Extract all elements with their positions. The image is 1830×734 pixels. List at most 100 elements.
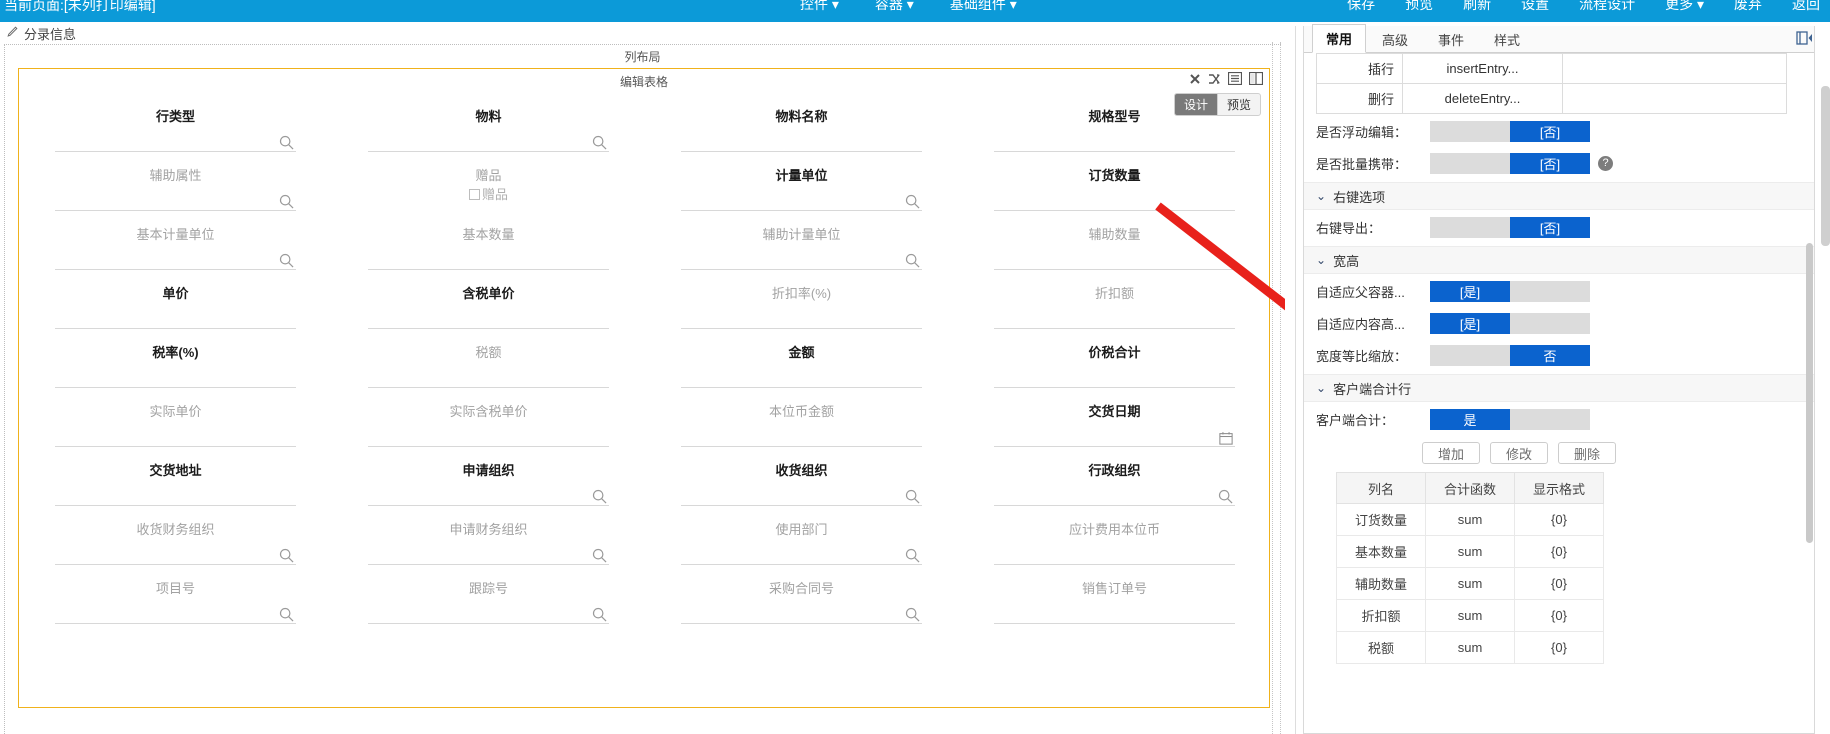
back-button[interactable]: 返回 [1792,0,1820,14]
field-input[interactable] [681,543,922,565]
search-icon[interactable] [279,194,294,209]
field-input[interactable] [681,130,922,152]
tab-advanced[interactable]: 高级 [1368,25,1422,53]
form-field[interactable]: 赠品 赠品 [340,162,637,221]
form-field[interactable]: 订货数量 [966,162,1263,221]
field-input[interactable] [681,425,922,447]
list-icon[interactable] [1228,72,1242,85]
toggle-value[interactable]: [否] [1510,216,1590,238]
form-field[interactable]: 税额 [340,339,637,398]
field-input[interactable] [368,484,609,506]
toggle-empty[interactable] [1430,216,1510,238]
form-field[interactable]: 应计费用本位币 [966,516,1263,575]
search-icon[interactable] [905,489,920,504]
form-field[interactable]: 辅助数量 [966,221,1263,280]
toggle-switch[interactable]: 否 [1430,344,1590,366]
search-icon[interactable] [592,135,607,150]
table-row[interactable]: 基本数量 sum {0} [1336,535,1604,568]
form-field[interactable]: 行类型 [27,103,324,162]
form-field[interactable]: 项目号 [27,575,324,634]
event-handler[interactable]: deleteEntry... [1402,83,1563,114]
toggle-switch[interactable]: [否] [1430,120,1590,142]
form-field[interactable]: 跟踪号 [340,575,637,634]
field-input[interactable] [994,130,1235,152]
field-input[interactable] [55,425,296,447]
field-input[interactable] [368,602,609,624]
form-field[interactable]: 交货日期 [966,398,1263,457]
field-input[interactable] [994,189,1235,211]
menu-containers[interactable]: 容器 ▾ [875,0,914,14]
toggle-value[interactable]: 否 [1510,344,1590,366]
refresh-button[interactable]: 刷新 [1463,0,1491,14]
field-input[interactable] [368,130,609,152]
field-input[interactable] [994,366,1235,388]
settings-button[interactable]: 设置 [1521,0,1549,14]
field-input[interactable] [368,543,609,565]
tab-events[interactable]: 事件 [1424,25,1478,53]
form-field[interactable]: 计量单位 [653,162,950,221]
form-field[interactable]: 折扣额 [966,280,1263,339]
search-icon[interactable] [905,607,920,622]
collapse-panel-icon[interactable] [1796,30,1812,49]
discard-button[interactable]: 废弃 [1734,0,1762,14]
table-row[interactable]: 插行 insertEntry... [1316,53,1787,84]
edit-button[interactable]: 修改 [1490,442,1548,464]
delete-button[interactable]: 删除 [1558,442,1616,464]
toggle-value[interactable]: [否] [1510,120,1590,142]
toggle-value[interactable]: 是 [1430,408,1510,430]
columns-icon[interactable] [1249,72,1263,85]
form-field[interactable]: 行政组织 [966,457,1263,516]
layout-zone[interactable]: 列布局 编辑表格 设计 预览 行类型 辅助属性 基本计量单位 单价 税率(%) … [4,44,1281,734]
search-icon[interactable] [1218,489,1233,504]
more-menu[interactable]: 更多 ▾ [1665,0,1704,14]
field-input[interactable] [994,248,1235,270]
edit-grid-container[interactable]: 编辑表格 设计 预览 行类型 辅助属性 基本计量单位 单价 税率(%) 实际单价… [18,68,1270,708]
toggle-empty[interactable] [1510,312,1590,334]
toggle-value[interactable]: [是] [1430,280,1510,302]
menu-base-components[interactable]: 基础组件 ▾ [950,0,1017,14]
field-input[interactable] [681,366,922,388]
search-icon[interactable] [279,607,294,622]
field-input[interactable] [681,189,922,211]
search-icon[interactable] [279,548,294,563]
form-field[interactable]: 物料名称 [653,103,950,162]
column-header[interactable]: 列名 [1336,472,1426,504]
section-header[interactable]: ⌄ 客户端合计行 [1304,374,1814,402]
form-field[interactable]: 使用部门 [653,516,950,575]
event-handler[interactable]: insertEntry... [1402,53,1563,84]
section-header[interactable]: ⌄ 右键选项 [1304,182,1814,210]
form-field[interactable]: 税率(%) [27,339,324,398]
form-field[interactable]: 收货财务组织 [27,516,324,575]
field-input[interactable] [55,366,296,388]
menu-controls[interactable]: 控件 ▾ [800,0,839,14]
form-field[interactable]: 实际含税单价 [340,398,637,457]
field-input[interactable] [681,248,922,270]
form-field[interactable]: 折扣率(%) [653,280,950,339]
checkbox-box[interactable] [468,189,480,200]
field-input[interactable] [368,248,609,270]
form-field[interactable]: 采购合同号 [653,575,950,634]
form-field[interactable]: 收货组织 [653,457,950,516]
field-input[interactable] [368,307,609,329]
toggle-empty[interactable] [1510,408,1590,430]
table-row[interactable]: 订货数量 sum {0} [1336,503,1604,536]
toggle-switch[interactable]: [是] [1430,312,1590,334]
form-field[interactable]: 单价 [27,280,324,339]
field-input[interactable] [55,130,296,152]
section-header[interactable]: ⌄ 宽高 [1304,246,1814,274]
form-field[interactable]: 规格型号 [966,103,1263,162]
field-input[interactable] [994,425,1235,447]
toggle-empty[interactable] [1510,280,1590,302]
search-icon[interactable] [592,489,607,504]
search-icon[interactable] [592,607,607,622]
save-button[interactable]: 保存 [1347,0,1375,14]
tab-style[interactable]: 样式 [1480,25,1534,53]
field-input[interactable] [994,484,1235,506]
toggle-empty[interactable] [1430,120,1510,142]
search-icon[interactable] [905,548,920,563]
panel-scrollbar-inner[interactable] [1806,243,1813,543]
field-input[interactable] [55,484,296,506]
search-icon[interactable] [592,548,607,563]
close-icon[interactable] [1189,73,1201,85]
toggle-empty[interactable] [1430,344,1510,366]
